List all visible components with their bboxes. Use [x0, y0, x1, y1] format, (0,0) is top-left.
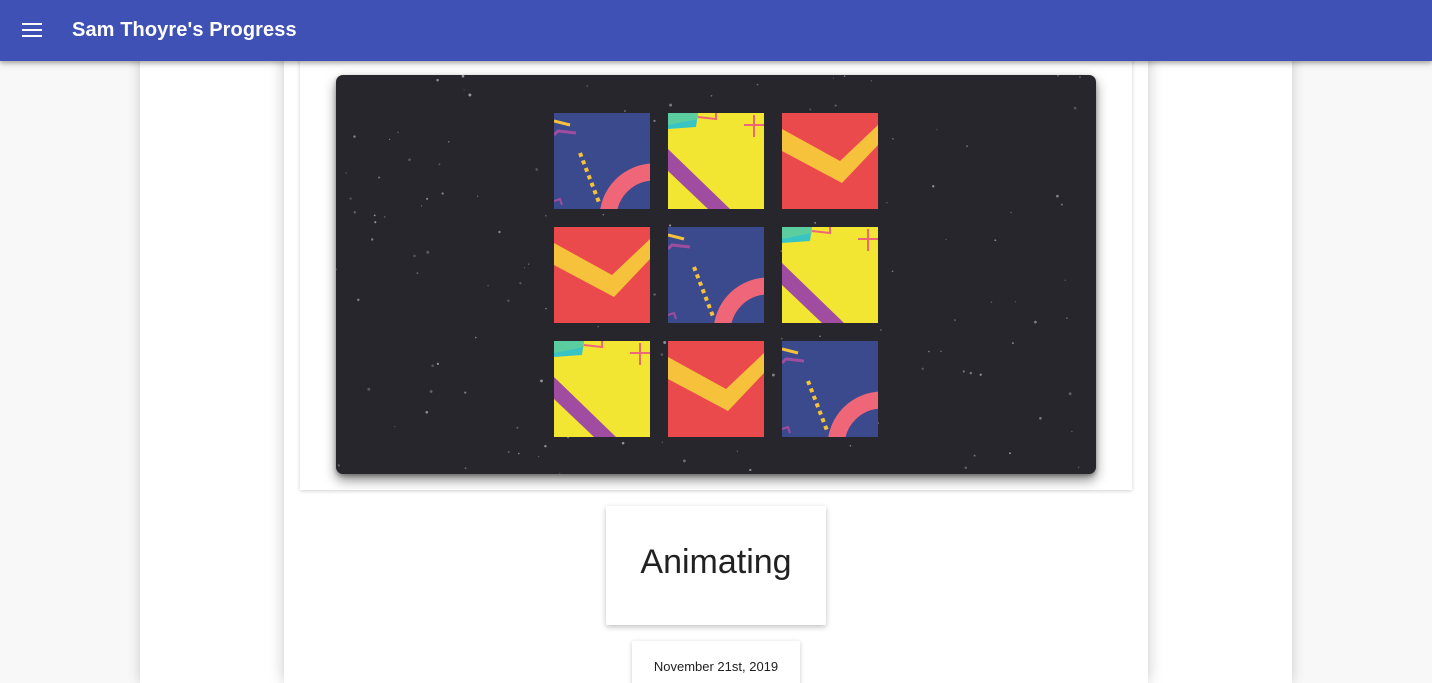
- tile-blue-arc: [782, 341, 878, 437]
- tile-yellow-stripe: [668, 113, 764, 209]
- tile-yellow-stripe: [554, 341, 650, 437]
- post-title: Animating: [640, 543, 792, 581]
- tile-red-chevron: [668, 341, 764, 437]
- tile-yellow-stripe: [782, 227, 878, 323]
- tile-blue-arc: [554, 113, 650, 209]
- post-date: November 21st, 2019: [653, 659, 779, 674]
- artwork-canvas[interactable]: [336, 75, 1096, 474]
- tile-red-chevron: [782, 113, 878, 209]
- post-title-card: Animating: [606, 506, 826, 625]
- app-bar: Sam Thoyre's Progress: [0, 0, 1432, 61]
- post-date-card: November 21st, 2019: [632, 641, 800, 683]
- menu-icon: [22, 23, 42, 37]
- tile-red-chevron: [554, 227, 650, 323]
- tile-blue-arc: [668, 227, 764, 323]
- menu-button[interactable]: [16, 14, 48, 46]
- app-title: Sam Thoyre's Progress: [72, 19, 297, 41]
